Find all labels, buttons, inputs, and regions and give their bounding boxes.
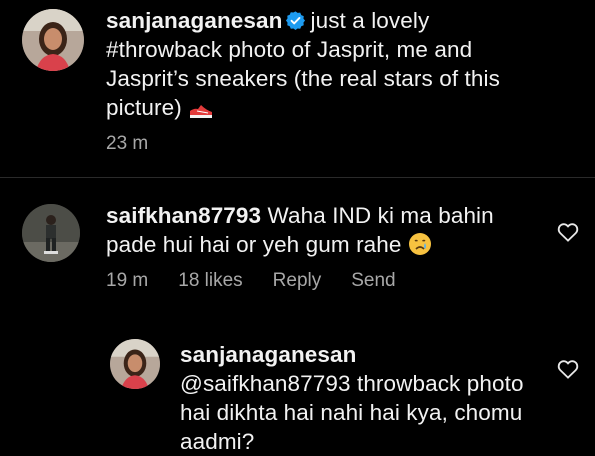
comment-likes[interactable]: 18 likes [178,270,242,291]
caption-username[interactable]: sanjanaganesan [106,8,282,33]
avatar-sanjanaganesan[interactable] [22,9,84,71]
caption-meta: 23 m [106,133,148,155]
comment-time: 19 m [106,270,149,291]
comment-username[interactable]: saifkhan87793 [106,203,261,228]
avatar-image [22,204,80,262]
caption-time: 23 m [106,133,149,154]
avatar-image [22,9,84,71]
reply-button[interactable]: Reply [273,270,322,291]
caption-post: sanjanaganesan just a lovely #throwback p… [0,0,595,177]
reply-username[interactable]: sanjanaganesan [180,340,525,369]
comment-meta: 19 m 18 likes Reply Send [106,270,396,292]
caption-text: sanjanaganesan just a lovely #throwback p… [106,6,546,122]
sneaker-emoji-icon [190,105,213,118]
like-heart-icon-reply[interactable] [557,359,579,379]
reply-text: sanjanaganesan @saifkhan87793 throwback … [180,340,525,456]
divider [0,177,595,178]
send-button[interactable]: Send [351,270,395,291]
crying-face-emoji-icon [408,233,431,255]
avatar-image [110,339,160,389]
like-heart-icon[interactable] [557,222,579,242]
comment-text: saifkhan87793 Waha IND ki ma bahin pade … [106,201,516,259]
reply-item: sanjanaganesan @saifkhan87793 throwback … [0,335,595,456]
avatar-saifkhan87793[interactable] [22,204,80,262]
avatar-sanjanaganesan-reply[interactable] [110,339,160,389]
comment-item: saifkhan87793 Waha IND ki ma bahin pade … [0,195,595,305]
reply-body: @saifkhan87793 throwback photo hai dikht… [180,371,524,454]
verified-badge-icon [286,11,306,31]
